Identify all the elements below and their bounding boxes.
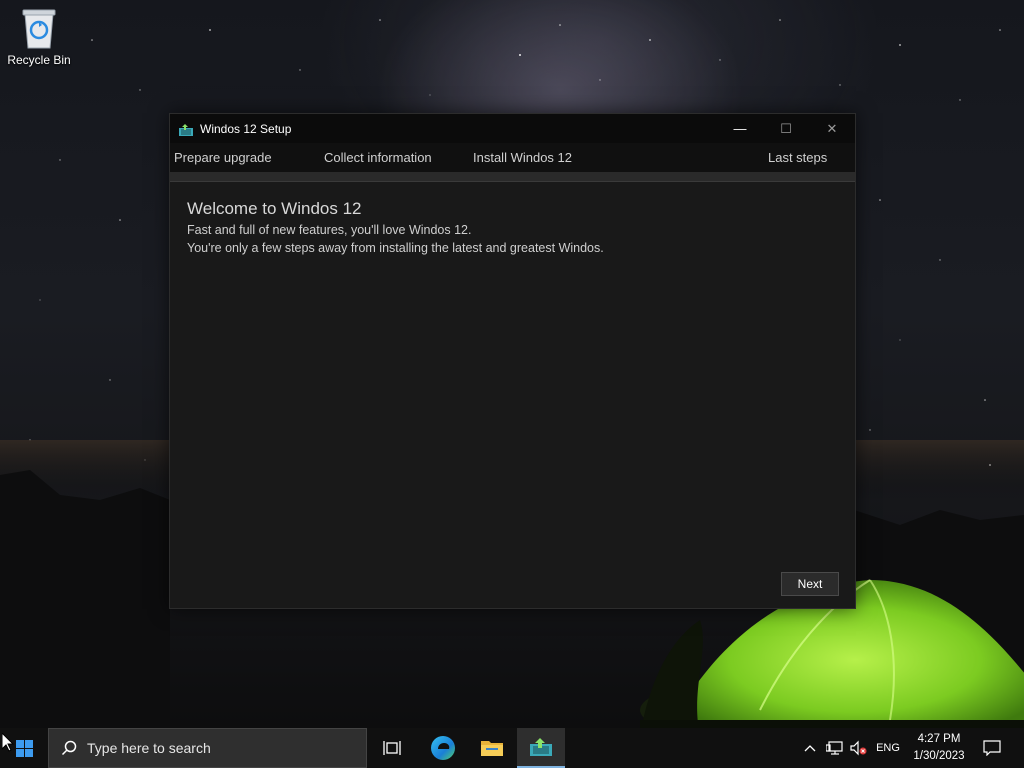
search-icon xyxy=(61,740,77,756)
task-view-icon xyxy=(383,741,401,755)
search-placeholder: Type here to search xyxy=(87,740,211,756)
setup-progress-bar xyxy=(170,172,855,182)
desktop-icon-recycle-bin[interactable]: Recycle Bin xyxy=(4,6,74,67)
edge-icon xyxy=(431,736,455,760)
volume-muted-icon xyxy=(850,740,867,756)
setup-content: Welcome to Windos 12 Fast and full of ne… xyxy=(187,199,604,255)
file-explorer-button[interactable] xyxy=(468,728,516,768)
show-hidden-icons-button[interactable] xyxy=(801,728,819,768)
setup-app-icon xyxy=(530,738,552,756)
setup-taskbar-button[interactable] xyxy=(517,728,565,768)
clock-time: 4:27 PM xyxy=(917,733,961,745)
file-explorer-icon xyxy=(481,741,503,756)
taskbar-search-box[interactable]: Type here to search xyxy=(48,728,367,768)
setup-app-icon xyxy=(179,123,193,136)
recycle-bin-icon xyxy=(19,6,59,50)
setup-window: Windos 12 Setup — ☐ ✕ Prepare upgrade Co… xyxy=(169,113,856,609)
task-view-button[interactable] xyxy=(368,728,416,768)
taskbar-clock[interactable]: 4:27 PM 1/30/2023 xyxy=(906,731,972,765)
chevron-up-icon xyxy=(804,745,816,752)
minimize-button[interactable]: — xyxy=(717,114,763,143)
volume-button[interactable] xyxy=(848,728,870,768)
welcome-heading: Welcome to Windos 12 xyxy=(187,199,362,218)
next-button[interactable]: Next xyxy=(781,572,839,596)
step-last-steps: Last steps xyxy=(768,150,828,165)
step-collect-information: Collect information xyxy=(324,150,432,165)
welcome-line-1: Fast and full of new features, you'll lo… xyxy=(187,223,472,237)
edge-taskbar-button[interactable] xyxy=(419,728,467,768)
setup-steps: Prepare upgrade Collect information Inst… xyxy=(170,143,855,173)
step-install: Install Windos 12 xyxy=(473,150,572,165)
window-titlebar[interactable]: Windos 12 Setup — ☐ ✕ xyxy=(170,114,855,143)
desktop-icon-label: Recycle Bin xyxy=(7,53,71,67)
language-indicator[interactable]: ENG xyxy=(872,728,904,768)
clock-date: 1/30/2023 xyxy=(913,750,965,762)
network-button[interactable] xyxy=(824,728,846,768)
notification-icon xyxy=(983,740,1001,756)
step-prepare-upgrade: Prepare upgrade xyxy=(174,150,272,165)
taskbar: Type here to search ENG 4:27 PM 1/30/202… xyxy=(0,728,1024,768)
windows-logo-icon xyxy=(15,739,33,757)
maximize-button[interactable]: ☐ xyxy=(763,114,809,143)
window-title: Windos 12 Setup xyxy=(200,121,292,136)
action-center-button[interactable] xyxy=(978,728,1006,768)
welcome-line-2: You're only a few steps away from instal… xyxy=(187,241,604,255)
mouse-cursor xyxy=(2,733,14,752)
network-icon xyxy=(826,741,843,755)
close-button[interactable]: ✕ xyxy=(809,114,855,143)
